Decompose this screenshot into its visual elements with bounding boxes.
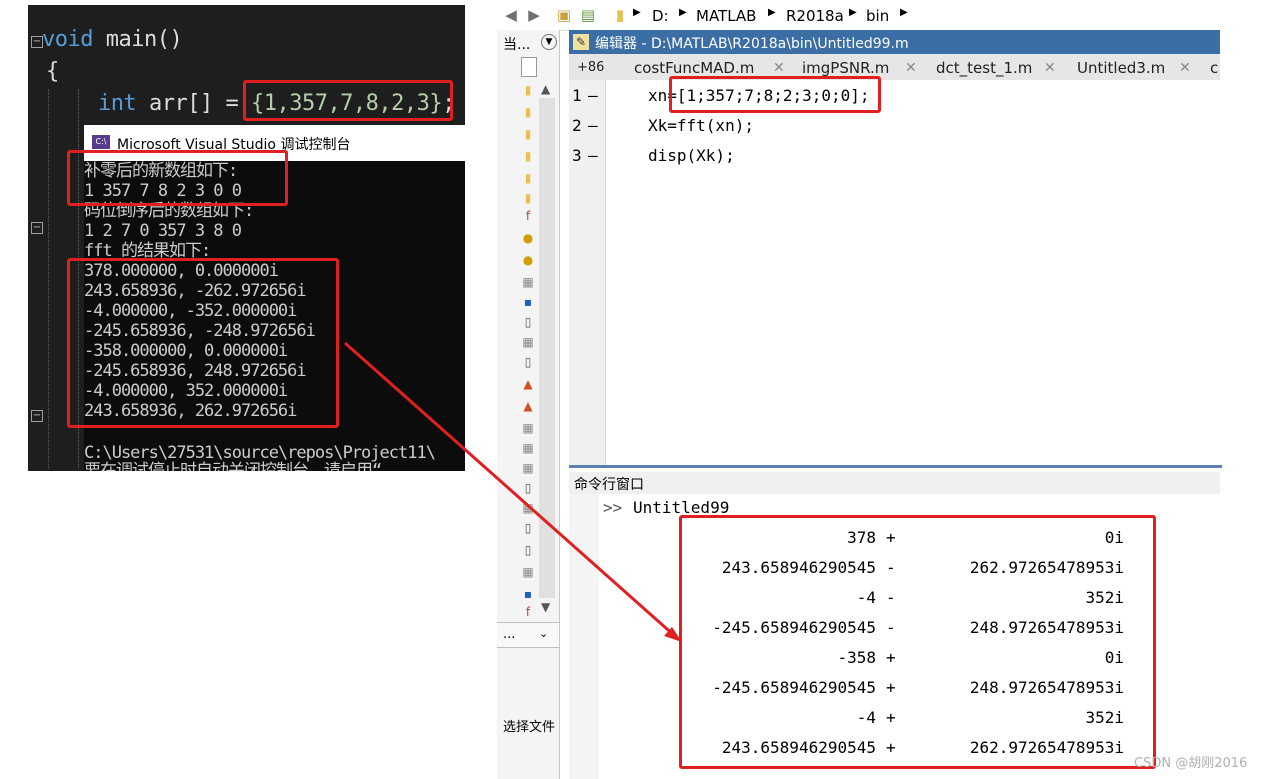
annotation-arrow-layer [344,341,682,642]
annotation-arrow-line [344,341,677,639]
watermark: CSDN @胡刚2016 [1134,756,1248,771]
